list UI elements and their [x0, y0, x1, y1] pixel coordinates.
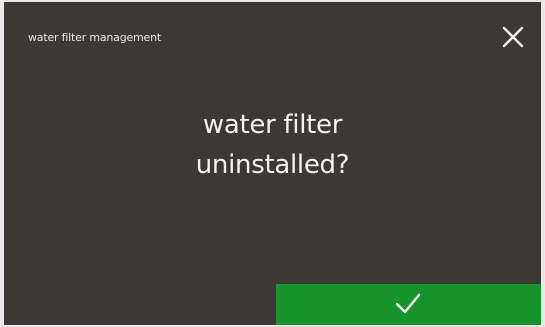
page-title: water filter management [28, 31, 162, 44]
close-button[interactable] [495, 20, 531, 56]
message-line-1: water filter [202, 110, 343, 140]
checkmark-icon [395, 293, 421, 314]
confirm-button[interactable] [276, 284, 541, 325]
close-icon [502, 26, 524, 48]
message-line-2: uninstalled? [195, 150, 350, 180]
water-filter-dialog: water filter management water filter uni… [4, 2, 541, 325]
confirmation-message: water filter uninstalled? [4, 105, 541, 185]
